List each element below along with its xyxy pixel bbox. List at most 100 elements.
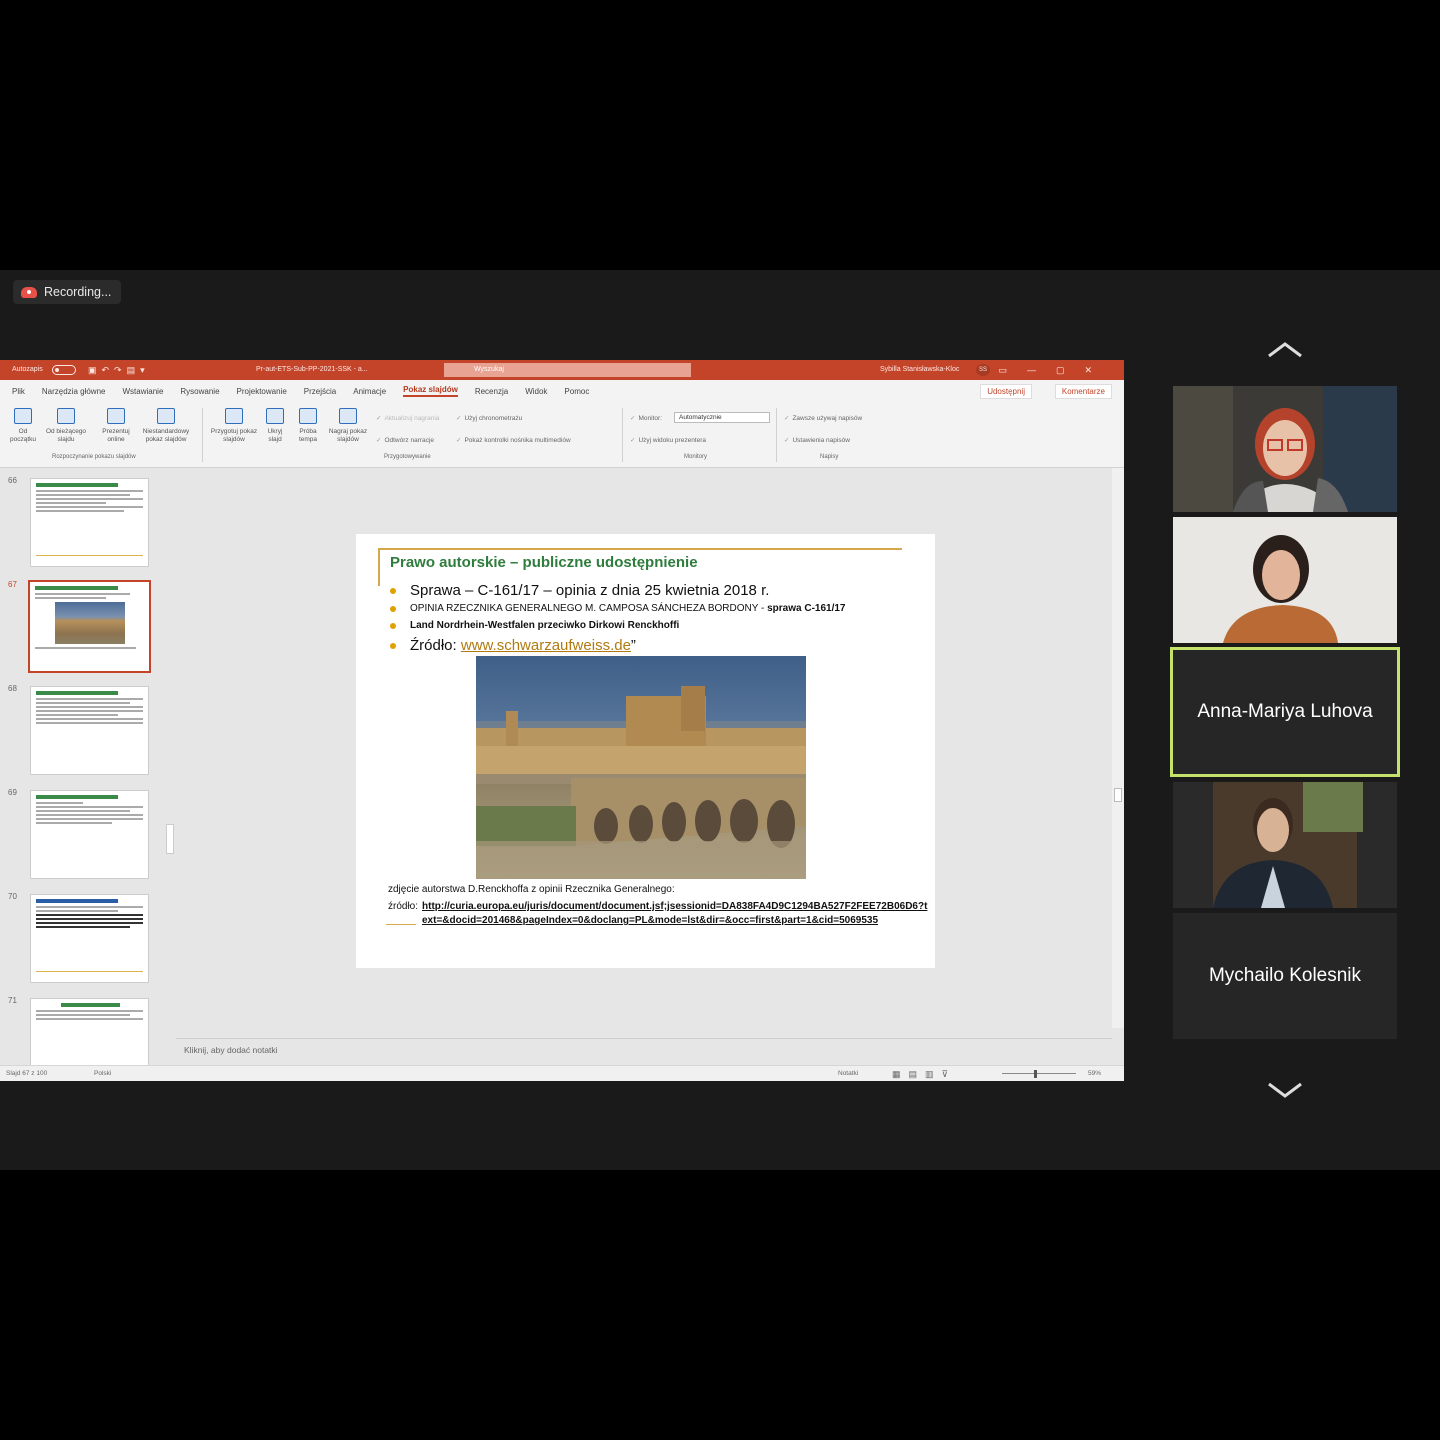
subtitle-settings-button[interactable]: Ustawienia napisów <box>784 436 849 444</box>
play-slide-icon <box>14 408 32 424</box>
custom-show-button[interactable]: Niestandardowy pokaz slajdów <box>136 408 196 444</box>
participant-name: Mychailo Kolesnik <box>1208 965 1362 986</box>
avatar[interactable]: SS <box>976 364 990 376</box>
slide-thumbnail-selected[interactable] <box>28 580 151 673</box>
hide-slide-icon <box>266 408 284 424</box>
participant-video-tile[interactable] <box>1173 517 1397 643</box>
slide-thumbnail[interactable] <box>30 478 149 567</box>
quick-access-toolbar[interactable]: ▣↶↷▤▾ <box>88 360 150 380</box>
status-bar: Slajd 67 z 100 Polski Notatki ▦▤▥⊽ 59% <box>0 1065 1124 1081</box>
from-current-button[interactable]: Od bieżącego slajdu <box>42 408 90 444</box>
participant-video-tile[interactable] <box>1173 386 1397 512</box>
hide-slide-button[interactable]: Ukryj slajd <box>262 408 288 444</box>
always-subtitles-checkbox[interactable]: Zawsze używaj napisów <box>784 414 862 422</box>
slide-title: Prawo autorskie – publiczne udostępnieni… <box>390 554 698 571</box>
participant-video <box>1173 782 1397 908</box>
setup-show-button[interactable]: Przygotuj pokaz slajdów <box>208 408 260 444</box>
present-online-icon <box>107 408 125 424</box>
record-show-button[interactable]: Nagraj pokaz slajdów <box>324 408 372 444</box>
recording-indicator[interactable]: Recording... <box>13 280 122 304</box>
slide-position: Slajd 67 z 100 <box>6 1070 48 1077</box>
source-underline <box>386 924 416 925</box>
cordoba-bridge-photo <box>476 656 806 879</box>
tab-review[interactable]: Recenzja <box>475 387 508 396</box>
tab-animations[interactable]: Animacje <box>353 387 386 396</box>
bullet-source: Źródło: www.schwarzaufweiss.de” <box>390 637 636 654</box>
rehearse-timer-icon <box>299 408 317 424</box>
group-label-monitors: Monitory <box>684 454 708 460</box>
current-slide[interactable]: Prawo autorskie – publiczne udostępnieni… <box>356 534 935 968</box>
rehearse-button[interactable]: Próba tempa <box>294 408 322 444</box>
present-online-button[interactable]: Prezentuj online <box>98 408 134 444</box>
title-rule <box>378 548 902 550</box>
ribbon-divider <box>776 408 777 462</box>
play-current-icon <box>57 408 75 424</box>
from-start-button[interactable]: Od początku <box>6 408 40 444</box>
document-title[interactable]: Pr-aut-ETS-Sub-PP-2021-SSK - a... <box>256 360 368 380</box>
monitor-select[interactable]: Automatycznie <box>674 412 770 423</box>
window-controls[interactable]: ▭—▢✕ <box>998 360 1112 380</box>
slide-thumbnails-pane: 66 67 68 69 70 71 <box>0 468 176 1065</box>
language-indicator[interactable]: Polski <box>94 1066 111 1081</box>
participant-video <box>1173 386 1397 512</box>
presenter-view-checkbox[interactable]: Użyj widoku prezentera <box>630 436 706 444</box>
participant-video-tile[interactable] <box>1173 782 1397 908</box>
play-narrations-checkbox[interactable]: Odtwórz narracje <box>376 436 434 444</box>
thumb-number: 70 <box>8 892 17 901</box>
title-rule-vertical <box>378 548 380 586</box>
tab-help[interactable]: Pomoc <box>564 387 589 396</box>
tab-transitions[interactable]: Przejścia <box>304 387 336 396</box>
group-label-start: Rozpoczynanie pokazu slajdów <box>52 454 136 460</box>
tab-file[interactable]: Plik <box>12 387 25 396</box>
autosave-toggle[interactable] <box>52 365 76 375</box>
source-link[interactable]: www.schwarzaufweiss.de <box>461 637 631 654</box>
custom-show-icon <box>157 408 175 424</box>
group-label-setup: Przygotowywanie <box>384 454 431 460</box>
share-button[interactable]: Udostępnij <box>980 383 1032 399</box>
tab-slideshow[interactable]: Pokaz slajdów <box>403 385 458 397</box>
comments-button[interactable]: Komentarze <box>1054 383 1112 399</box>
zoom-slider[interactable] <box>1002 1073 1076 1074</box>
participant-tile[interactable]: Mychailo Kolesnik <box>1173 913 1397 1039</box>
slide-thumbnail[interactable] <box>30 998 149 1065</box>
source-url-link[interactable]: http://curia.europa.eu/juris/document/do… <box>422 900 928 928</box>
scroll-thumb[interactable] <box>166 824 174 854</box>
slide-thumbnail[interactable] <box>30 894 149 983</box>
media-controls-checkbox[interactable]: Pokaż kontrolki nośnika multimediów <box>456 436 570 444</box>
notes-pane[interactable]: Kliknij, aby dodać notatki <box>176 1038 1112 1065</box>
tab-view[interactable]: Widok <box>525 387 547 396</box>
participant-tile-active-speaker[interactable]: Anna-Mariya Luhova <box>1170 647 1400 777</box>
source-label: źródło: <box>388 901 419 912</box>
slide-thumbnail[interactable] <box>30 790 149 879</box>
ribbon-tabs: Plik Narzędzia główne Wstawianie Rysowan… <box>0 380 1124 402</box>
tab-home[interactable]: Narzędzia główne <box>42 387 106 396</box>
bullet-parties: Land Nordrhein-Westfalen przeciwko Dirko… <box>389 620 680 631</box>
thumb-number: 71 <box>8 996 17 1005</box>
use-timings-checkbox[interactable]: Użyj chronometrażu <box>456 414 522 422</box>
autosave-label: Autozapis <box>12 366 43 373</box>
scroll-up-chevron-icon[interactable] <box>1267 340 1303 360</box>
scroll-thumb[interactable] <box>1114 788 1122 802</box>
tab-design[interactable]: Projektowanie <box>237 387 287 396</box>
tab-insert[interactable]: Wstawianie <box>122 387 163 396</box>
user-name[interactable]: Sybilla Stanisławska-Kloc <box>880 360 959 380</box>
monitor-label: Monitor: <box>630 414 661 422</box>
search-input[interactable]: Wyszukaj <box>444 363 691 377</box>
zoom-level[interactable]: 59% <box>1088 1066 1101 1081</box>
participant-name: Anna-Mariya Luhova <box>1197 701 1373 722</box>
canvas-scrollbar[interactable] <box>1112 468 1124 1028</box>
rewrite-recording-checkbox[interactable]: Aktualizuj nagrania <box>376 414 439 422</box>
notes-button[interactable]: Notatki <box>838 1066 858 1081</box>
cloud-record-icon <box>21 286 37 298</box>
scroll-down-chevron-icon[interactable] <box>1267 1080 1303 1100</box>
participant-video <box>1173 517 1397 643</box>
thumb-number: 66 <box>8 476 17 485</box>
ribbon-divider <box>202 408 203 462</box>
view-buttons[interactable]: ▦▤▥⊽ <box>892 1066 956 1081</box>
tab-draw[interactable]: Rysowanie <box>180 387 219 396</box>
thumb-number: 69 <box>8 788 17 797</box>
thumbnails-scrollbar[interactable] <box>164 468 176 1065</box>
slide-thumbnail[interactable] <box>30 686 149 775</box>
ribbon-divider <box>622 408 623 462</box>
zoom-slider-handle[interactable] <box>1034 1070 1037 1078</box>
